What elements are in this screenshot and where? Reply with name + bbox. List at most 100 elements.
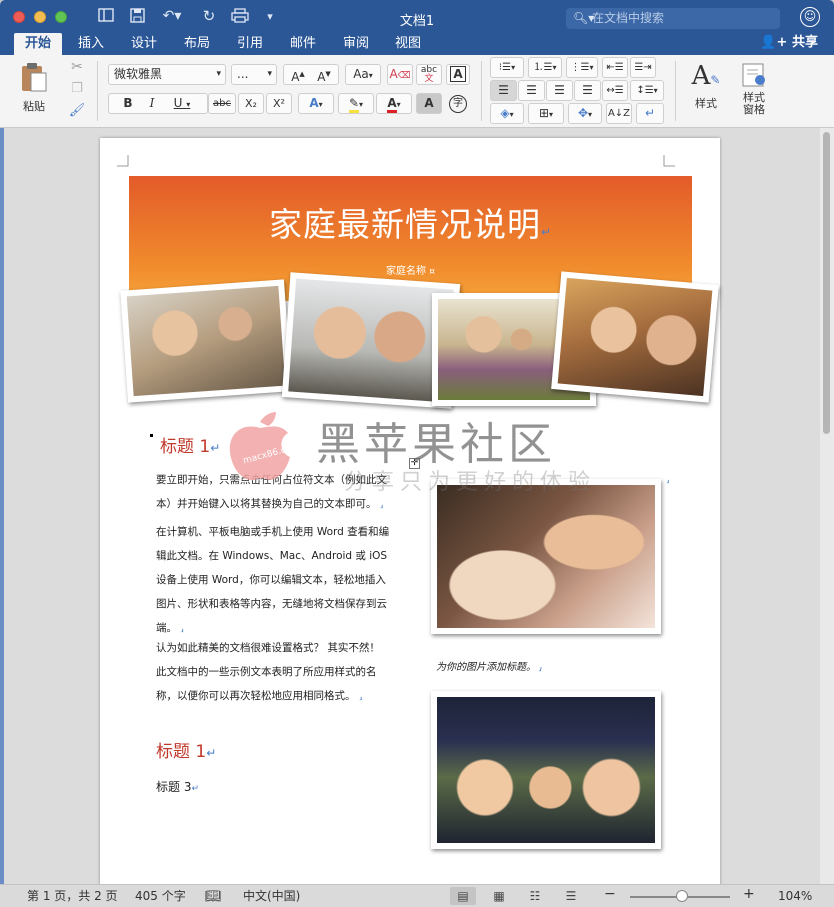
italic-button[interactable]: I	[140, 94, 164, 113]
family-photo-mother[interactable]	[551, 271, 719, 403]
clipboard-icon	[22, 63, 47, 92]
language-indicator[interactable]: 中文(中国)	[243, 889, 300, 904]
document-page[interactable]: 家庭最新情况说明↵ 家庭名称 ¤ 标题 1↵ 要立即开始，只需点击任何占位符文本…	[100, 138, 720, 884]
change-case-button[interactable]: Aa▾	[345, 64, 381, 85]
decrease-indent-button[interactable]: ⇤☰	[602, 57, 628, 78]
format-painter-icon[interactable]: 🖌︎	[68, 103, 86, 118]
character-border-icon[interactable]: A	[446, 64, 470, 85]
font-color-button[interactable]: A▾	[376, 93, 412, 114]
styles-label: 样式	[695, 97, 717, 110]
asian-layout-button[interactable]: ✥▾	[568, 103, 602, 124]
ribbon-separator	[481, 61, 482, 121]
shading-button[interactable]: ◈▾	[490, 103, 524, 124]
line-spacing-button[interactable]: ↕☰▾	[630, 80, 664, 101]
align-center-button[interactable]: ☰	[518, 80, 545, 101]
chevron-down-icon: ▾	[267, 69, 272, 79]
phonetic-guide-icon[interactable]: abc 文	[416, 64, 442, 85]
underline-label: U	[173, 96, 183, 110]
styles-pane-button[interactable]: 样式 窗格	[734, 61, 774, 125]
styles-button[interactable]: A✎ 样式	[684, 61, 728, 121]
add-person-icon: 👤+	[760, 35, 788, 50]
font-size-select[interactable]: ... ▾	[231, 64, 277, 85]
underline-button[interactable]: U ▾	[164, 94, 200, 114]
heading-1-first[interactable]: 标题 1↵	[160, 432, 220, 457]
body-paragraph-2[interactable]: 在计算机、平板电脑或手机上使用 Word 查看和编辑此文档。在 Windows、…	[156, 520, 391, 641]
banner-title[interactable]: 家庭最新情况说明↵	[129, 198, 692, 246]
chevron-down-icon: ▾	[216, 69, 221, 79]
scrollbar-thumb[interactable]	[823, 132, 830, 434]
print-layout-view-icon[interactable]: ▤	[450, 887, 476, 905]
word-window: ↶▾ ↻ ▾ 文档1 🔍︎▾ 在文档中搜索 ☺ 开始 插入 设计 布局 引用 邮…	[0, 0, 834, 907]
distributed-button[interactable]: ↔☰	[602, 80, 628, 101]
grow-shrink-font-group: A▲ A▼	[283, 64, 339, 85]
text-effects-button[interactable]: A▾	[298, 93, 334, 114]
highlight-button[interactable]: ✎▾	[338, 93, 374, 114]
crop-mark	[663, 155, 675, 167]
tab-design[interactable]: 设计	[122, 33, 166, 55]
vertical-scrollbar[interactable]	[820, 128, 834, 884]
zoom-out-button[interactable]: −	[604, 887, 616, 902]
table-move-handle-icon[interactable]: ✛	[409, 458, 420, 469]
crop-mark	[117, 155, 129, 167]
web-layout-view-icon[interactable]: ▦	[486, 887, 512, 905]
document-area[interactable]: 家庭最新情况说明↵ 家庭名称 ¤ 标题 1↵ 要立即开始，只需点击任何占位符文本…	[0, 128, 834, 884]
ribbon-tab-bar: 开始 插入 设计 布局 引用 邮件 审阅 视图 👤+ 共享	[0, 33, 834, 55]
proofing-icon[interactable]: 📖︎	[205, 889, 222, 904]
ribbon-separator	[97, 61, 98, 121]
feedback-smiley-icon[interactable]: ☺	[800, 7, 820, 27]
styles-pane-label: 样式 窗格	[743, 91, 765, 116]
justify-button[interactable]: ☰	[574, 80, 601, 101]
tab-insert[interactable]: 插入	[70, 33, 112, 55]
font-name-select[interactable]: 微软雅黑 ▾	[108, 64, 226, 85]
heading-3[interactable]: 标题 3↵	[156, 775, 199, 801]
copy-icon[interactable]: ❐	[68, 81, 86, 96]
subscript-button[interactable]: X₂	[238, 93, 264, 114]
increase-indent-button[interactable]: ☰⇥	[630, 57, 656, 78]
superscript-button[interactable]: X²	[266, 93, 292, 114]
strikethrough-button[interactable]: abc	[208, 93, 236, 114]
cut-icon[interactable]: ✂	[68, 59, 86, 75]
tab-review[interactable]: 审阅	[334, 33, 378, 55]
share-label: 共享	[791, 35, 818, 50]
family-photo-boy[interactable]	[120, 279, 292, 403]
body-paragraph-3[interactable]: 认为如此精美的文档很难设置格式？ 其实不然！ 此文档中的一些示例文本表明了所应用…	[156, 636, 391, 709]
bold-button[interactable]: B	[116, 94, 140, 113]
photo-caption[interactable]: 为你的图片添加标题。 ⸥	[436, 658, 543, 673]
align-left-button[interactable]: ☰	[490, 80, 517, 101]
search-icon: 🔍︎▾	[573, 11, 595, 25]
paste-button[interactable]: 粘贴	[14, 61, 54, 119]
zoom-level[interactable]: 104%	[778, 889, 812, 904]
status-bar: 第 1 页，共 2 页 405 个字 📖︎ 中文(中国) ▤ ▦ ☷ ☰ − +…	[0, 884, 834, 907]
share-button[interactable]: 👤+ 共享	[760, 33, 818, 53]
numbering-button[interactable]: ⒈☰▾	[528, 57, 562, 78]
sort-button[interactable]: A↓Z	[606, 103, 632, 124]
zoom-in-button[interactable]: +	[743, 887, 755, 902]
tab-view[interactable]: 视图	[386, 33, 430, 55]
tab-mailings[interactable]: 邮件	[281, 33, 325, 55]
tab-layout[interactable]: 布局	[175, 33, 219, 55]
tab-home[interactable]: 开始	[14, 33, 62, 55]
multilevel-list-button[interactable]: ⋮☰▾	[566, 57, 598, 78]
photo-graduates[interactable]	[431, 691, 661, 849]
outline-view-icon[interactable]: ☷	[522, 887, 548, 905]
tab-references[interactable]: 引用	[228, 33, 272, 55]
enclose-characters-icon[interactable]: 字	[446, 93, 470, 114]
body-paragraph-1[interactable]: 要立即开始，只需点击任何占位符文本（例如此文本）并开始键入以将其替换为自己的文本…	[156, 468, 391, 517]
paste-label: 粘贴	[23, 100, 45, 113]
zoom-slider-knob[interactable]	[676, 890, 688, 902]
heading-1-second[interactable]: 标题 1↵	[156, 737, 216, 762]
ribbon-home: 粘贴 ✂ ❐ 🖌︎ 微软雅黑 ▾ ... ▾ A▲ A▼ Aa▾ A⌫ abc 文 …	[0, 55, 834, 128]
shrink-font-button[interactable]: A▼	[311, 65, 337, 87]
draft-view-icon[interactable]: ☰	[558, 887, 584, 905]
character-shading-icon[interactable]: A	[416, 93, 442, 114]
search-input[interactable]: 🔍︎▾ 在文档中搜索	[566, 8, 780, 29]
clear-formatting-icon[interactable]: A⌫	[387, 64, 413, 85]
word-count[interactable]: 405 个字	[135, 889, 186, 904]
bullets-button[interactable]: ⁝☰▾	[490, 57, 524, 78]
borders-button[interactable]: ⊞▾	[528, 103, 564, 124]
photo-mother-baby[interactable]	[431, 479, 661, 634]
align-right-button[interactable]: ☰	[546, 80, 573, 101]
page-count[interactable]: 第 1 页，共 2 页	[27, 889, 118, 904]
show-marks-button[interactable]: ↵	[636, 103, 664, 124]
grow-font-button[interactable]: A▲	[285, 65, 311, 87]
